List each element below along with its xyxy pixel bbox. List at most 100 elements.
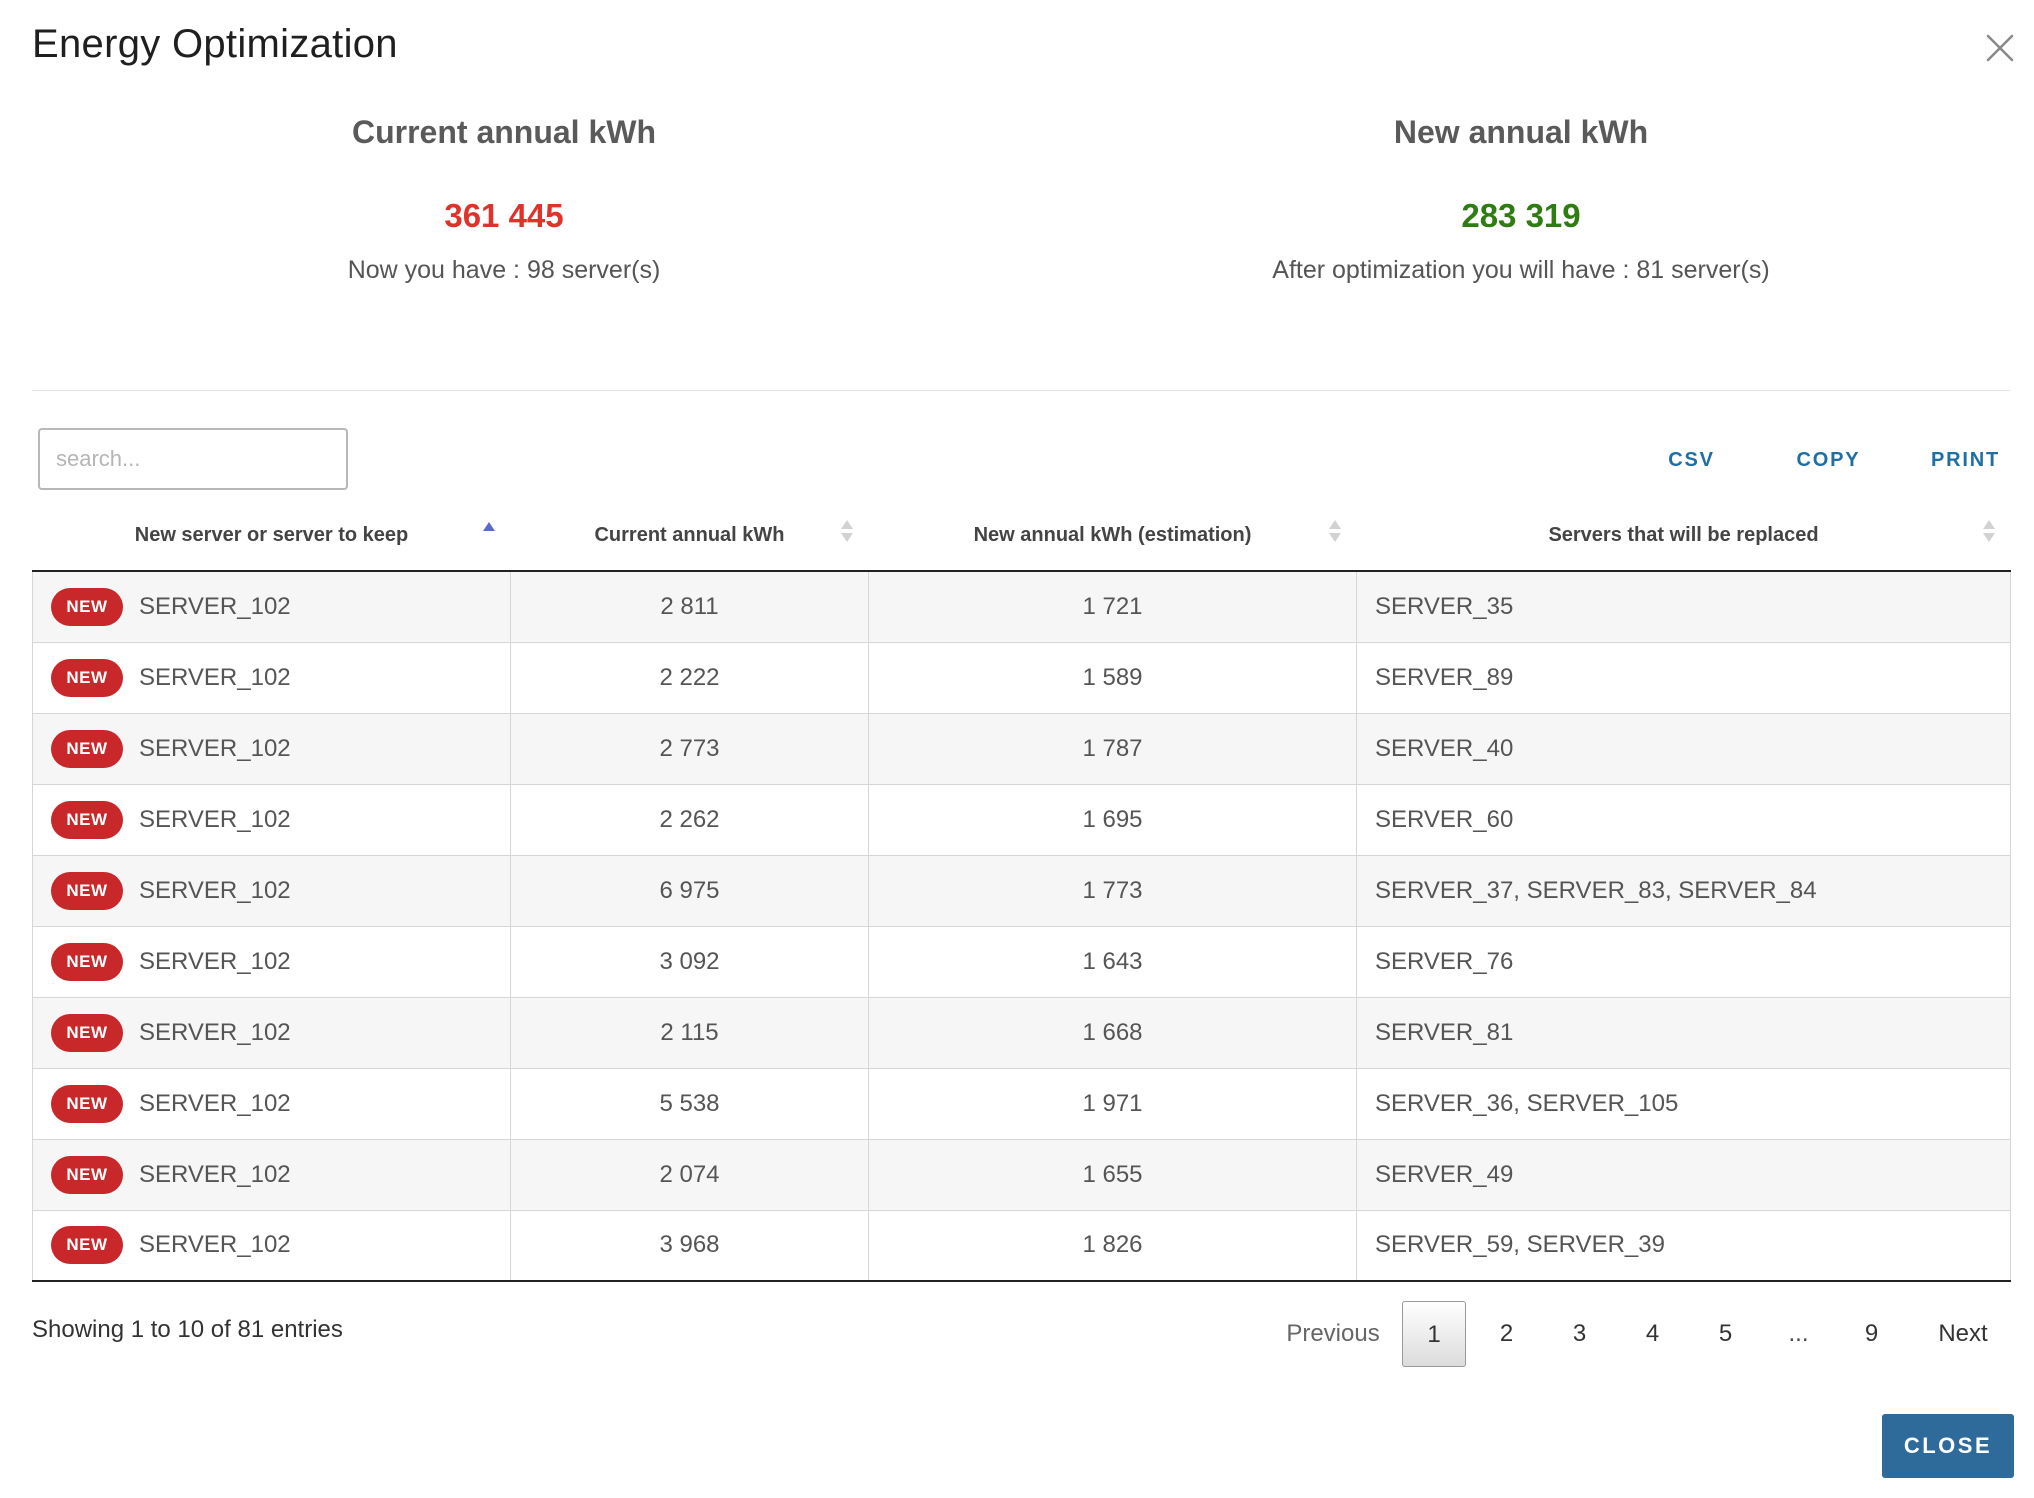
new-badge: NEW [51, 587, 123, 626]
column-header-label: Current annual kWh [594, 523, 785, 546]
new-kwh-cell: 1 773 [868, 855, 1357, 927]
current-kwh-cell: 5 538 [510, 1068, 869, 1140]
sort-both-icon [839, 518, 855, 544]
new-kwh-cell: 1 787 [868, 713, 1357, 785]
new-kwh-cell: 1 589 [868, 642, 1357, 714]
column-header-server[interactable]: New server or server to keep [32, 500, 511, 572]
column-header-label: New server or server to keep [134, 523, 409, 546]
new-badge: NEW [51, 658, 123, 697]
table-row: NEW SERVER_102 6 975 1 773 SERVER_37, SER… [32, 855, 2011, 927]
table-row: NEW SERVER_102 2 115 1 668 SERVER_81 [32, 997, 2011, 1069]
sort-both-icon [1981, 518, 1997, 544]
close-icon[interactable] [1982, 30, 2018, 66]
server-cell: NEW SERVER_102 [32, 713, 511, 785]
replaced-servers-cell: SERVER_40 [1356, 713, 2011, 785]
server-name: SERVER_102 [139, 1231, 291, 1259]
new-badge: NEW [51, 1084, 123, 1123]
replaced-servers-cell: SERVER_81 [1356, 997, 2011, 1069]
pagination: Previous 1 2 3 4 5 ... 9 Next [1268, 1299, 2018, 1369]
pagination-page-3[interactable]: 3 [1543, 1301, 1616, 1367]
column-header-current-kwh[interactable]: Current annual kWh [510, 500, 869, 572]
energy-summary: Current annual kWh 361 445 Now you have … [32, 108, 2010, 308]
csv-button[interactable]: CSV [1623, 440, 1760, 480]
column-header-label: Servers that will be replaced [1548, 523, 1819, 546]
pagination-page-5[interactable]: 5 [1689, 1301, 1762, 1367]
current-kwh-value: 361 445 [444, 197, 564, 234]
replaced-servers-cell: SERVER_89 [1356, 642, 2011, 714]
server-name: SERVER_102 [139, 1018, 291, 1046]
current-kwh-cell: 2 262 [510, 784, 869, 856]
replaced-servers-cell: SERVER_60 [1356, 784, 2011, 856]
current-kwh-heading: Current annual kWh [351, 114, 656, 150]
replaced-servers-cell: SERVER_35 [1356, 571, 2011, 643]
new-badge: NEW [51, 1226, 123, 1265]
new-kwh-cell: 1 668 [868, 997, 1357, 1069]
server-name: SERVER_102 [139, 592, 291, 620]
new-summary: New annual kWh 283 319 After optimizatio… [1032, 108, 2010, 290]
server-cell: NEW SERVER_102 [32, 997, 511, 1069]
column-header-new-kwh[interactable]: New annual kWh (estimation) [868, 500, 1357, 572]
new-badge: NEW [51, 1013, 123, 1052]
current-kwh-cell: 3 092 [510, 926, 869, 998]
pagination-previous[interactable]: Previous [1268, 1301, 1398, 1367]
current-kwh-cell: 2 811 [510, 571, 869, 643]
new-kwh-cell: 1 695 [868, 784, 1357, 856]
sort-both-icon [1327, 518, 1343, 544]
optimization-table: New server or server to keep Current ann… [32, 500, 2011, 1282]
server-cell: NEW SERVER_102 [32, 926, 511, 998]
pagination-page-9[interactable]: 9 [1835, 1301, 1908, 1367]
table-row: NEW SERVER_102 2 262 1 695 SERVER_60 [32, 784, 2011, 856]
copy-button[interactable]: COPY [1760, 440, 1897, 480]
current-summary: Current annual kWh 361 445 Now you have … [32, 108, 976, 290]
table-row: NEW SERVER_102 2 222 1 589 SERVER_89 [32, 642, 2011, 714]
pagination-ellipsis: ... [1788, 1320, 1809, 1347]
pagination-page-4[interactable]: 4 [1616, 1301, 1689, 1367]
close-button[interactable]: CLOSE [1882, 1414, 2014, 1478]
replaced-servers-cell: SERVER_76 [1356, 926, 2011, 998]
server-cell: NEW SERVER_102 [32, 855, 511, 927]
new-kwh-value: 283 319 [1461, 197, 1581, 234]
new-badge: NEW [51, 871, 123, 910]
server-cell: NEW SERVER_102 [32, 1210, 511, 1282]
server-name: SERVER_102 [139, 876, 291, 904]
modal-title: Energy Optimization [32, 22, 398, 66]
current-server-count: Now you have : 98 server(s) [347, 256, 661, 284]
table-row: NEW SERVER_102 2 773 1 787 SERVER_40 [32, 713, 2011, 785]
current-kwh-cell: 2 115 [510, 997, 869, 1069]
table-row: NEW SERVER_102 3 092 1 643 SERVER_76 [32, 926, 2011, 998]
print-button[interactable]: PRINT [1897, 440, 2034, 480]
new-badge: NEW [51, 942, 123, 981]
table-row: NEW SERVER_102 2 811 1 721 SERVER_35 [32, 571, 2011, 643]
search-input[interactable] [38, 428, 348, 490]
table-row: NEW SERVER_102 3 968 1 826 SERVER_59, SER… [32, 1210, 2011, 1282]
pagination-page-1[interactable]: 1 [1402, 1301, 1466, 1367]
server-name: SERVER_102 [139, 663, 291, 691]
server-name: SERVER_102 [139, 805, 291, 833]
server-name: SERVER_102 [139, 1089, 291, 1117]
new-kwh-cell: 1 721 [868, 571, 1357, 643]
sort-ascending-icon [481, 518, 497, 544]
entries-info: Showing 1 to 10 of 81 entries [32, 1316, 343, 1343]
new-badge: NEW [51, 800, 123, 839]
table-header-row: New server or server to keep Current ann… [32, 500, 2011, 572]
current-kwh-cell: 2 773 [510, 713, 869, 785]
pagination-next[interactable]: Next [1908, 1301, 2018, 1367]
export-toolbar: CSV COPY PRINT [1623, 440, 2034, 480]
column-header-replaced[interactable]: Servers that will be replaced [1356, 500, 2011, 572]
section-divider [32, 390, 2010, 391]
new-badge: NEW [51, 729, 123, 768]
new-kwh-cell: 1 655 [868, 1139, 1357, 1211]
server-cell: NEW SERVER_102 [32, 642, 511, 714]
new-kwh-heading: New annual kWh [1393, 114, 1649, 150]
column-header-label: New annual kWh (estimation) [973, 523, 1252, 546]
replaced-servers-cell: SERVER_49 [1356, 1139, 2011, 1211]
server-name: SERVER_102 [139, 947, 291, 975]
replaced-servers-cell: SERVER_37, SERVER_83, SERVER_84 [1356, 855, 2011, 927]
server-cell: NEW SERVER_102 [32, 571, 511, 643]
server-name: SERVER_102 [139, 734, 291, 762]
new-badge: NEW [51, 1155, 123, 1194]
server-name: SERVER_102 [139, 1160, 291, 1188]
current-kwh-cell: 3 968 [510, 1210, 869, 1282]
pagination-page-2[interactable]: 2 [1470, 1301, 1543, 1367]
current-kwh-cell: 2 074 [510, 1139, 869, 1211]
